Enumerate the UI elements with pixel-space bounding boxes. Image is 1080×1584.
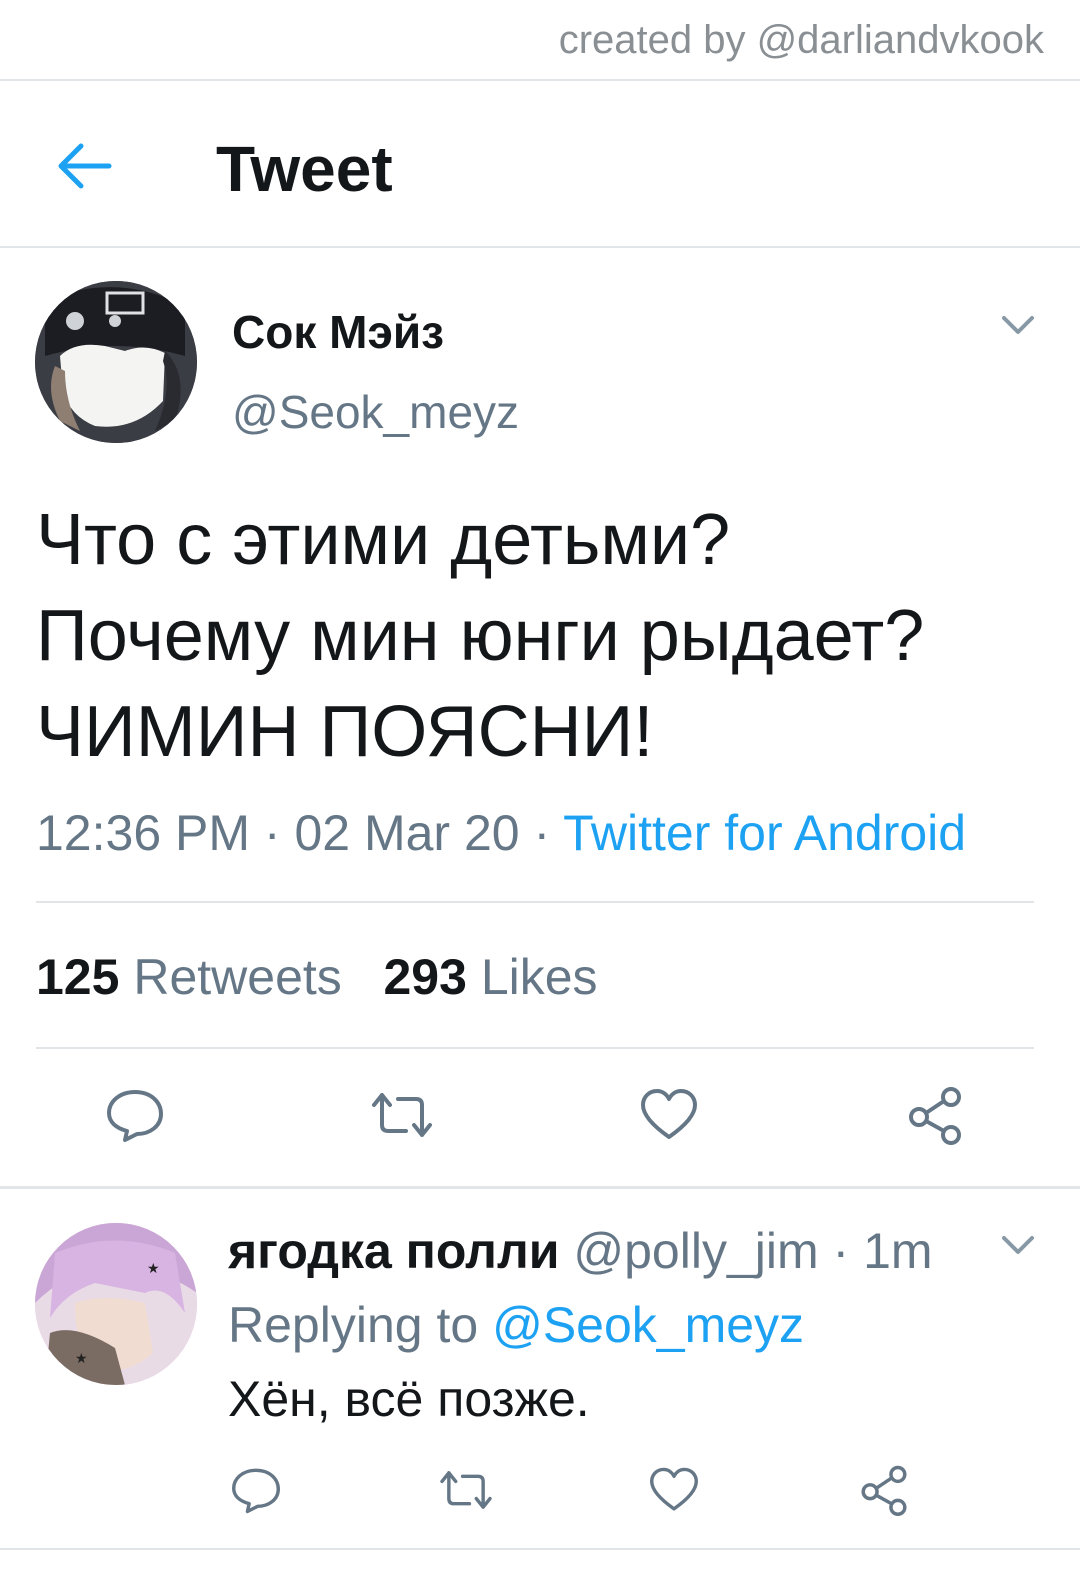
display-name[interactable]: Сок Мэйз: [232, 305, 444, 359]
arrow-left-icon: [58, 143, 112, 189]
separator: ·: [250, 805, 295, 861]
avatar[interactable]: ★ ★: [35, 1223, 197, 1385]
share-button[interactable]: [900, 1082, 970, 1148]
avatar[interactable]: [35, 281, 197, 443]
likes-count: 293: [383, 949, 467, 1005]
retweets-stat[interactable]: 125 Retweets: [36, 949, 342, 1005]
separator: ·: [818, 1223, 864, 1279]
tweet-stats: 125 Retweets 293 Likes: [36, 948, 598, 1006]
heart-icon: [641, 1089, 697, 1139]
reply-text: Хён, всё позже.: [228, 1371, 590, 1427]
share-icon: [861, 1465, 907, 1516]
retweet-icon: [440, 1471, 492, 1509]
retweet-button[interactable]: [364, 1082, 440, 1148]
divider: [0, 1548, 1080, 1550]
divider: [0, 79, 1080, 81]
divider: [36, 901, 1034, 903]
user-handle[interactable]: @Seok_meyz: [232, 385, 519, 439]
separator: ·: [519, 805, 564, 861]
svg-text:★: ★: [75, 1350, 88, 1366]
tweet-text: Что с этими детьми? Почему мин юнги рыда…: [36, 492, 1046, 780]
divider: [0, 246, 1080, 248]
reply-button[interactable]: [224, 1460, 288, 1520]
reply-display-name[interactable]: ягодка полли: [228, 1223, 559, 1279]
comment-icon: [107, 1090, 163, 1142]
tweet-meta: 12:36 PM · 02 Mar 20 · Twitter for Andro…: [36, 804, 966, 862]
retweets-count: 125: [36, 949, 120, 1005]
replying-label: Replying to: [228, 1297, 479, 1353]
tweet-text-line: Почему мин юнги рыдает?: [36, 596, 925, 676]
tweet-time: 12:36 PM: [36, 805, 251, 861]
tweet-text-line: ЧИМИН ПОЯСНИ!: [36, 692, 654, 772]
retweet-button[interactable]: [432, 1460, 500, 1520]
like-button[interactable]: [634, 1082, 704, 1148]
chevron-down-icon[interactable]: [998, 1230, 1038, 1260]
replying-to: Replying to @Seok_meyz: [228, 1296, 804, 1354]
replying-to-link[interactable]: @Seok_meyz: [492, 1297, 804, 1353]
tweet-date: 02 Mar 20: [294, 805, 520, 861]
likes-stat[interactable]: 293 Likes: [383, 949, 597, 1005]
avatar-image: ★ ★: [35, 1223, 197, 1385]
reply-time: 1m: [863, 1223, 933, 1279]
avatar-image: [35, 281, 197, 443]
heart-icon: [650, 1467, 698, 1511]
svg-text:★: ★: [147, 1260, 160, 1276]
likes-label: Likes: [480, 949, 598, 1005]
divider: [0, 1186, 1080, 1189]
share-icon: [909, 1087, 961, 1145]
retweets-label: Retweets: [133, 949, 342, 1005]
chevron-down-icon[interactable]: [998, 310, 1038, 340]
reply-handle[interactable]: @polly_jim: [573, 1223, 818, 1279]
retweet-icon: [372, 1093, 432, 1137]
credit-text: created by @darliandvkook: [558, 18, 1044, 62]
divider: [36, 1047, 1034, 1049]
tweet-source-link[interactable]: Twitter for Android: [563, 805, 966, 861]
page-title: Tweet: [216, 133, 393, 205]
like-button[interactable]: [642, 1460, 706, 1520]
reply-header: ягодка полли @polly_jim · 1m: [228, 1222, 933, 1280]
comment-icon: [231, 1468, 280, 1514]
tweet-text-line: Что с этими детьми?: [36, 500, 731, 580]
share-button[interactable]: [852, 1460, 916, 1520]
reply-button[interactable]: [100, 1082, 170, 1148]
back-button[interactable]: [55, 138, 115, 194]
